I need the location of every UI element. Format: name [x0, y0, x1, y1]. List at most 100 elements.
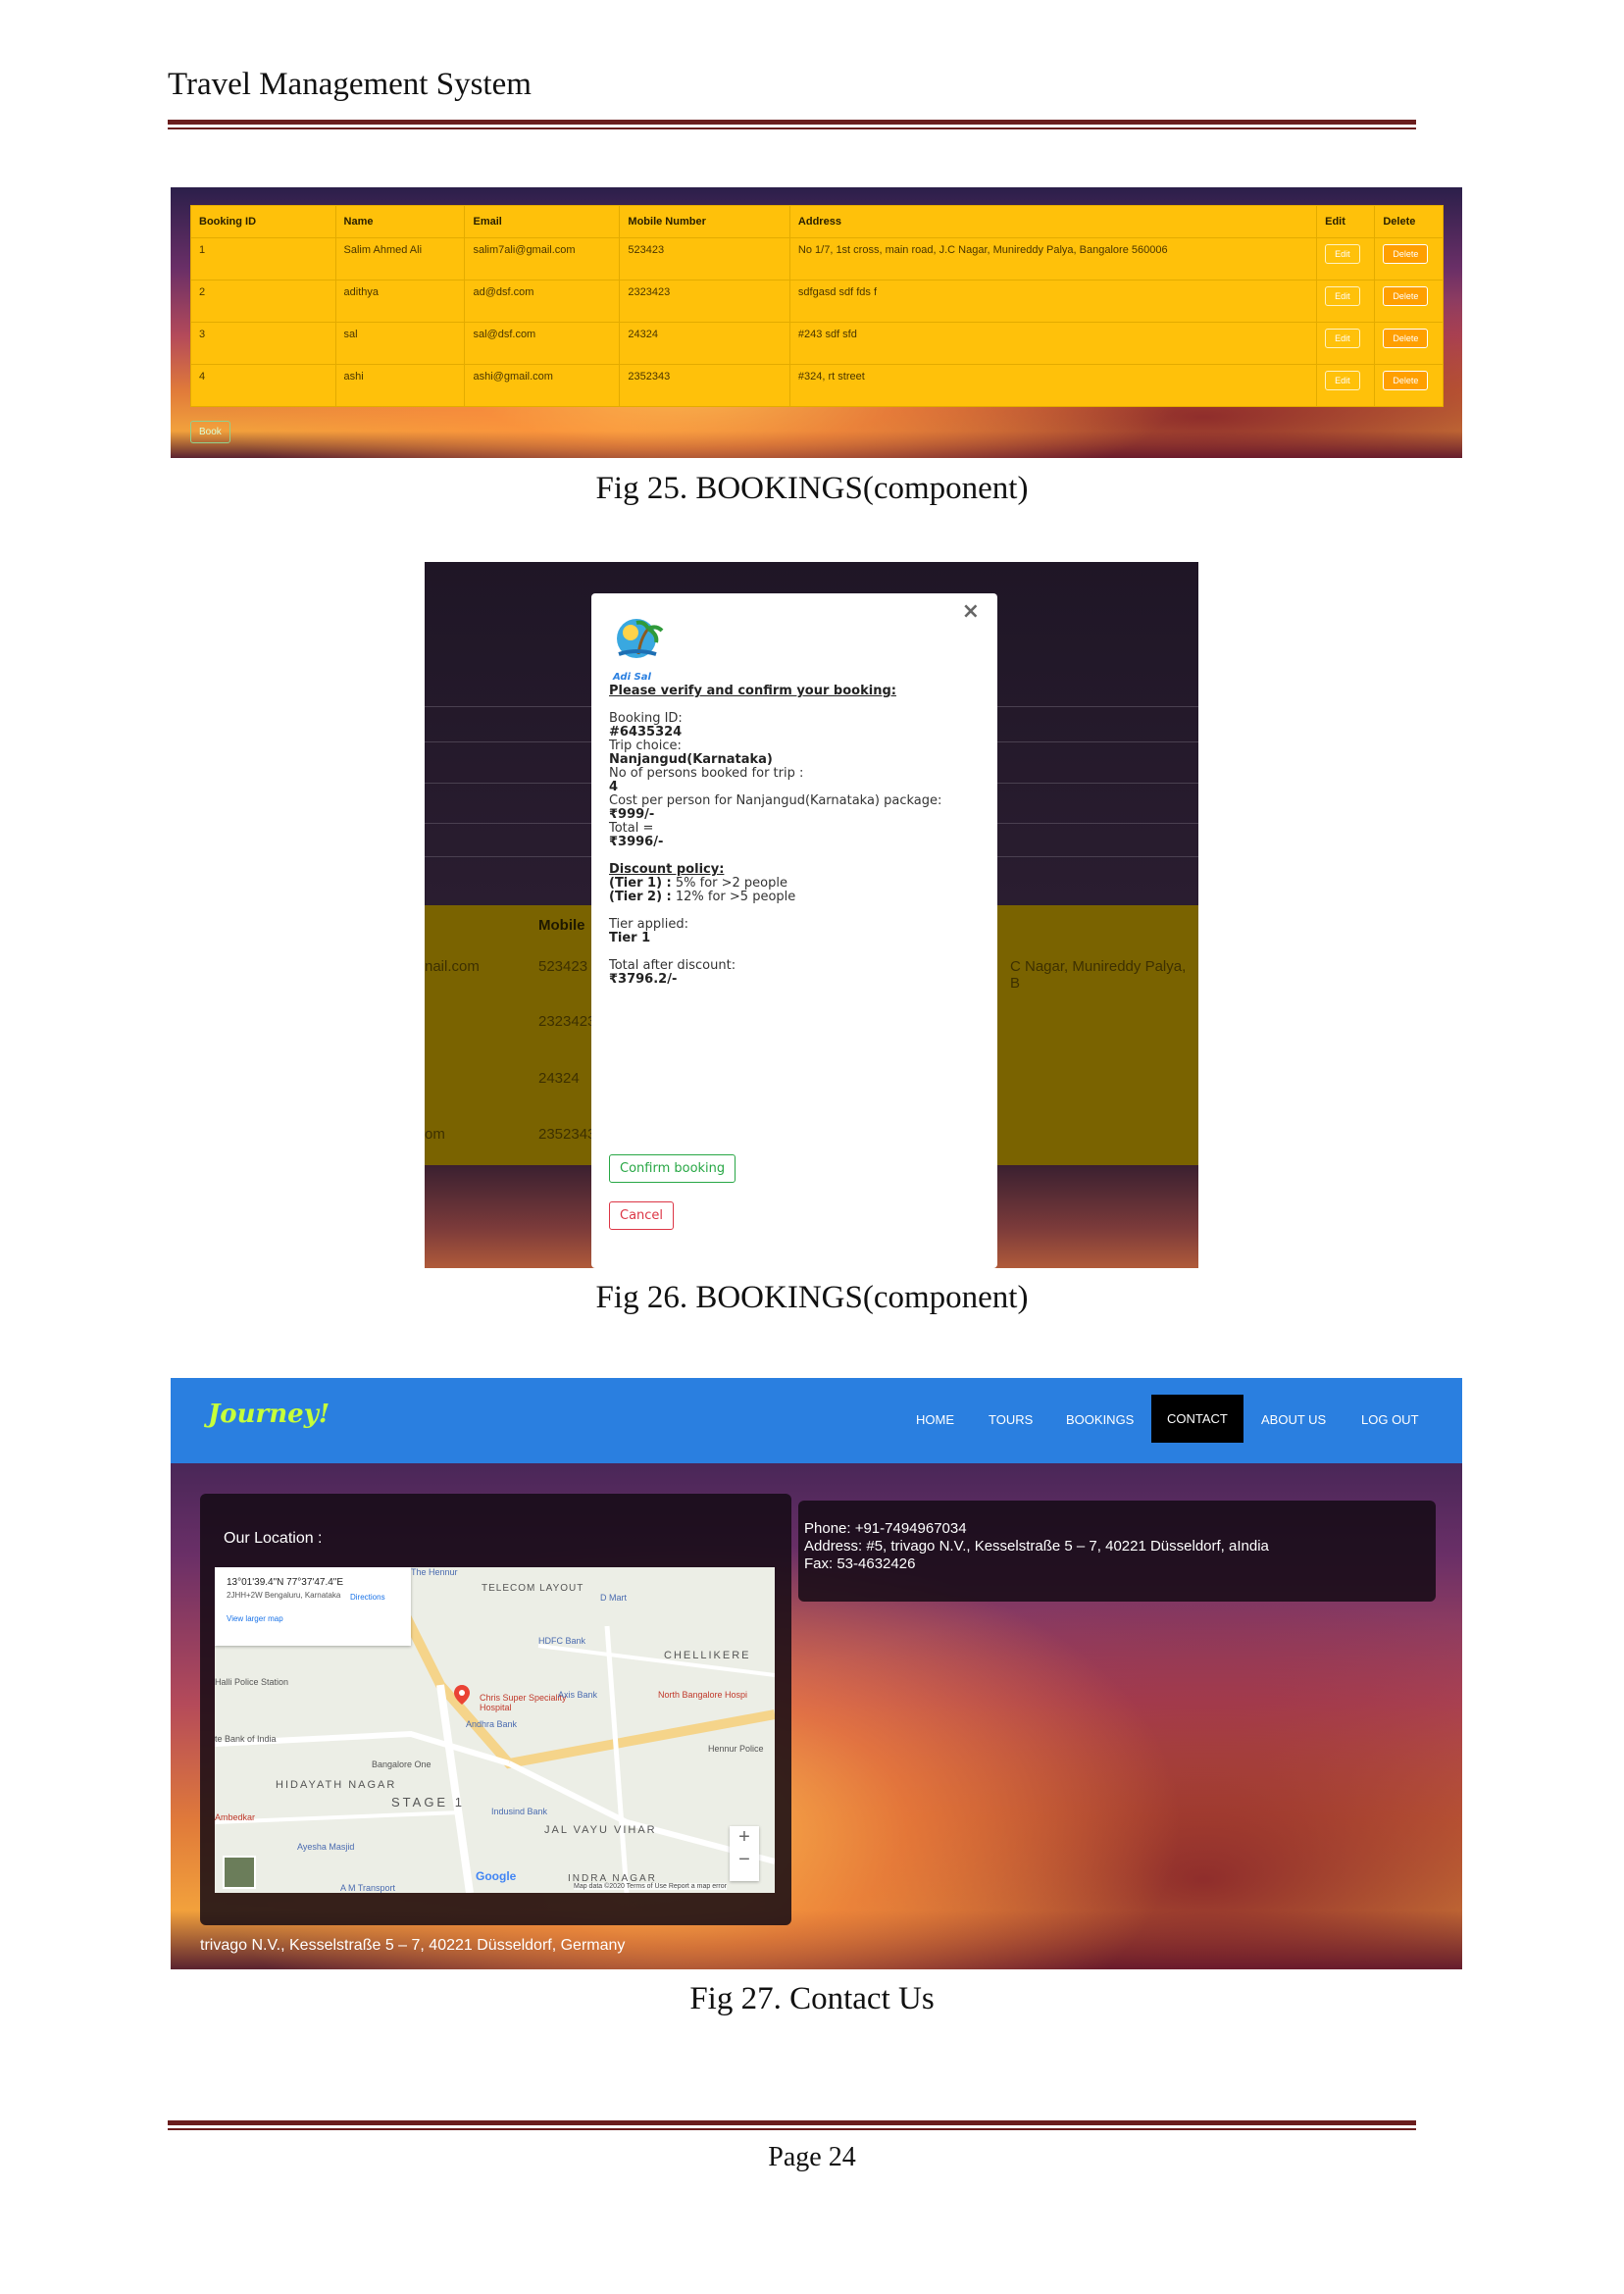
zoom-out-button[interactable]: − [730, 1849, 759, 1871]
cell-email: sal@dsf.com [464, 322, 621, 365]
cell-address: sdfgasd sdf fds f [788, 280, 1318, 323]
map-label: Ambedkar [215, 1812, 256, 1822]
map-label: Bangalore One [372, 1759, 431, 1769]
map-label: Halli Police Station [215, 1677, 289, 1687]
cell-edit: Edit [1316, 237, 1376, 280]
edit-button[interactable]: Edit [1325, 371, 1360, 390]
table-row: 4 ashi ashi@gmail.com 2352343 #324, rt s… [190, 364, 1444, 407]
nav-home[interactable]: HOME [916, 1412, 954, 1427]
document-header-title: Travel Management System [168, 67, 532, 102]
discount-policy-heading: Discount policy: [609, 862, 725, 877]
map-label: Andhra Bank [466, 1719, 518, 1729]
bg-mobile: 2352343 [538, 1126, 596, 1143]
close-icon[interactable]: × [962, 599, 980, 624]
map-label: D Mart [600, 1593, 627, 1603]
persons-value: 4 [609, 780, 619, 794]
booking-id-label: Booking ID: [609, 711, 683, 726]
footer-rule [168, 2120, 1416, 2130]
confirm-booking-button[interactable]: Confirm booking [609, 1154, 736, 1183]
map-label: Chris Super Speciality Hospital [480, 1693, 567, 1712]
col-header: Name [334, 205, 466, 238]
cell-booking-id: 2 [190, 280, 336, 323]
col-header: Edit [1316, 205, 1376, 238]
location-title: Our Location : [224, 1530, 323, 1547]
delete-button[interactable]: Delete [1383, 286, 1429, 306]
map-label: Axis Bank [558, 1690, 598, 1700]
nav-about-us[interactable]: ABOUT US [1261, 1412, 1326, 1427]
larger-map-link[interactable]: View larger map [227, 1614, 283, 1623]
map-label: Indusind Bank [491, 1807, 548, 1816]
booking-id-value: #6435324 [609, 725, 683, 739]
map-label: Ayesha Masjid [297, 1842, 355, 1852]
cell-name: adithya [334, 280, 466, 323]
cell-edit: Edit [1316, 280, 1376, 323]
cancel-button[interactable]: Cancel [609, 1201, 675, 1230]
satellite-toggle[interactable] [223, 1856, 256, 1889]
zoom-in-button[interactable]: + [730, 1826, 759, 1849]
nav-log-out[interactable]: LOG OUT [1361, 1412, 1419, 1427]
map-coords: 13°01'39.4"N 77°37'47.4"E [227, 1577, 344, 1588]
tier-applied-label: Tier applied: [609, 917, 688, 932]
cell-email: ashi@gmail.com [464, 364, 621, 407]
nav-tours[interactable]: TOURS [989, 1412, 1033, 1427]
tier1-label: (Tier 1) : [609, 876, 672, 891]
cell-address: #243 sdf sfd [788, 322, 1318, 365]
nav-bookings[interactable]: BOOKINGS [1066, 1412, 1134, 1427]
cell-booking-id: 3 [190, 322, 336, 365]
brand-logo[interactable]: Journey! [208, 1400, 330, 1429]
col-header: Email [464, 205, 621, 238]
cell-delete: Delete [1374, 364, 1444, 407]
tier2-label: (Tier 2) : [609, 890, 672, 904]
cell-address: No 1/7, 1st cross, main road, J.C Nagar,… [788, 237, 1318, 280]
header-rule [168, 120, 1416, 129]
trip-label: Trip choice: [609, 739, 682, 753]
tier2-line: (Tier 2) : 12% for >5 people [609, 890, 795, 904]
table-header-row: Booking ID Name Email Mobile Number Addr… [190, 205, 1444, 238]
map-label: TELECOM LAYOUT [482, 1583, 584, 1594]
book-button[interactable]: Book [190, 421, 230, 443]
trip-value: Nanjangud(Karnataka) [609, 752, 773, 767]
bg-mobile: 2323423 [538, 1013, 596, 1030]
edit-button[interactable]: Edit [1325, 329, 1360, 348]
table-row: 1 Salim Ahmed Ali salim7ali@gmail.com 52… [190, 237, 1444, 280]
cell-mobile: 24324 [619, 322, 790, 365]
fig25-caption: Fig 25. BOOKINGS(component) [595, 471, 1029, 506]
map-label: Hennur Police [708, 1744, 764, 1754]
directions-link[interactable]: Directions [350, 1593, 385, 1602]
bg-mobile: 523423 [538, 958, 588, 975]
col-header: Address [788, 205, 1318, 238]
cell-email: ad@dsf.com [464, 280, 621, 323]
cell-name: ashi [334, 364, 466, 407]
map-info-card: 13°01'39.4"N 77°37'47.4"E 2JHH+2W Bengal… [215, 1567, 411, 1646]
logo-text: Adi Sal [613, 672, 651, 683]
table-row: 3 sal sal@dsf.com 24324 #243 sdf sfd Edi… [190, 322, 1444, 365]
delete-button[interactable]: Delete [1383, 329, 1429, 348]
bg-email-fragment: om [425, 1126, 445, 1143]
bg-address-fragment: C Nagar, Munireddy Palya, B [1010, 958, 1187, 992]
delete-button[interactable]: Delete [1383, 371, 1429, 390]
delete-button[interactable]: Delete [1383, 244, 1429, 264]
embedded-map[interactable]: 13°01'39.4"N 77°37'47.4"E 2JHH+2W Bengal… [215, 1567, 775, 1893]
cell-edit: Edit [1316, 364, 1376, 407]
map-label: A M Transport [340, 1883, 396, 1893]
contact-phone: Phone: +91-7494967034 [804, 1520, 967, 1537]
cell-name: Salim Ahmed Ali [334, 237, 466, 280]
confirm-booking-modal: × Adi Sal Please verify and confirm your… [591, 593, 997, 1268]
cell-delete: Delete [1374, 322, 1444, 365]
cell-delete: Delete [1374, 237, 1444, 280]
map-label: The Hennur [411, 1567, 458, 1577]
map-label: HDFC Bank [538, 1636, 586, 1646]
col-header: Booking ID [190, 205, 336, 238]
cell-booking-id: 1 [190, 237, 336, 280]
map-label: CHELLIKERE [664, 1650, 751, 1661]
table-row: 2 adithya ad@dsf.com 2323423 sdfgasd sdf… [190, 280, 1444, 323]
cell-mobile: 2323423 [619, 280, 790, 323]
fig26-caption: Fig 26. BOOKINGS(component) [595, 1280, 1029, 1315]
location-panel: Our Location : 13°01'39.4"N 77°37'47.4"E… [200, 1494, 791, 1925]
bookings-table: Booking ID Name Email Mobile Number Addr… [190, 205, 1444, 407]
cell-edit: Edit [1316, 322, 1376, 365]
nav-contact[interactable]: CONTACT [1151, 1395, 1243, 1443]
bg-col-header: Mobile [538, 917, 585, 934]
edit-button[interactable]: Edit [1325, 286, 1360, 306]
edit-button[interactable]: Edit [1325, 244, 1360, 264]
